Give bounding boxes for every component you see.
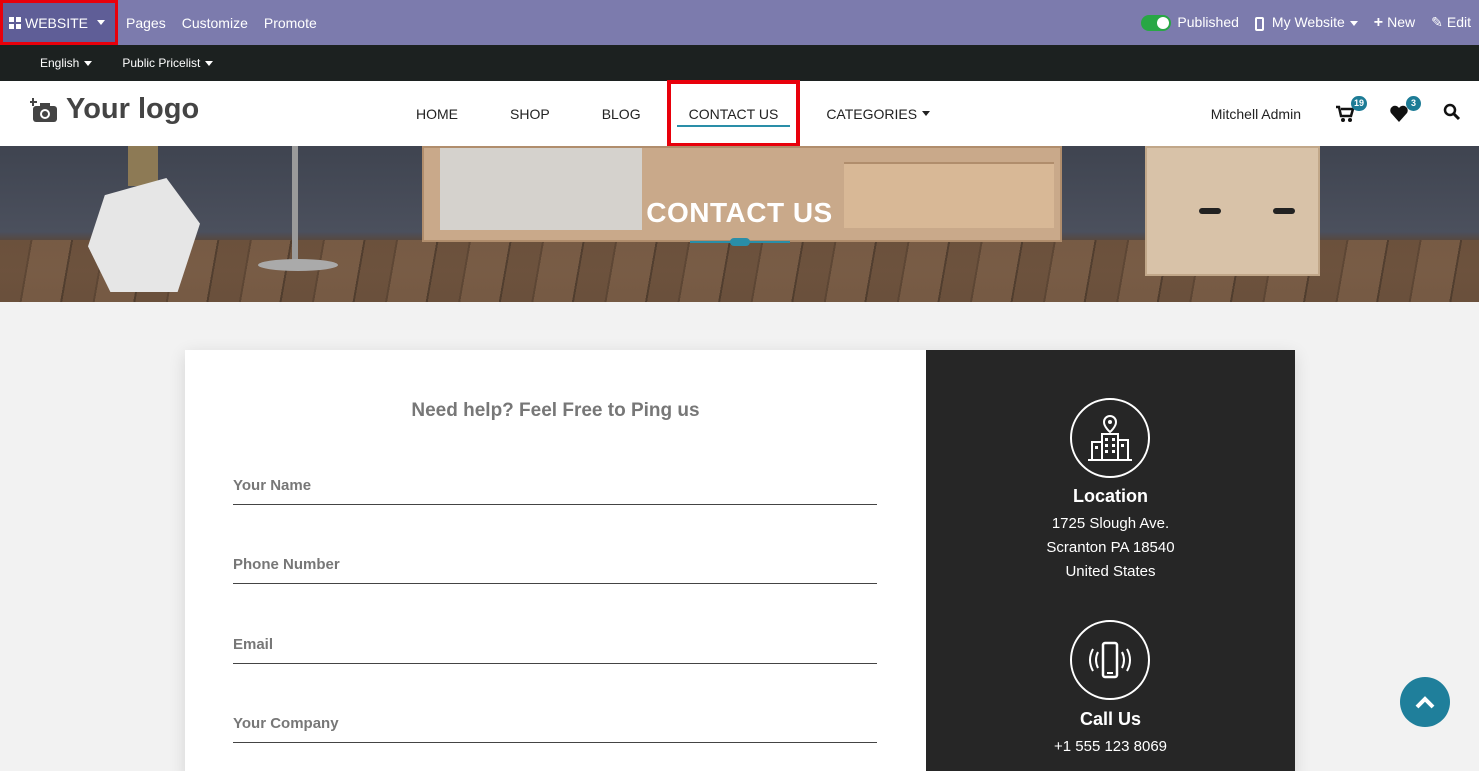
call-circle bbox=[1070, 620, 1150, 700]
toggle-switch-icon bbox=[1141, 15, 1172, 32]
location-circle bbox=[1070, 398, 1150, 478]
main-nav: HOME SHOP BLOG CONTACT US CATEGORIES bbox=[390, 80, 956, 147]
nav-categories-label: CATEGORIES bbox=[826, 105, 918, 122]
your-company-field[interactable]: Your Company bbox=[233, 715, 877, 743]
address-line-3: United States bbox=[1065, 563, 1156, 580]
hero-divider-dot bbox=[730, 238, 750, 246]
cart-button[interactable]: 19 bbox=[1335, 95, 1367, 124]
caret-down-icon bbox=[97, 20, 106, 25]
apps-grid-icon bbox=[9, 16, 21, 29]
address-line-2: Scranton PA 18540 bbox=[1046, 539, 1175, 556]
nav-home[interactable]: HOME bbox=[390, 81, 484, 146]
your-company-label: Your Company bbox=[233, 715, 339, 732]
menu-promote[interactable]: Promote bbox=[264, 15, 317, 31]
caret-down-icon bbox=[922, 111, 931, 116]
edit-label: Edit bbox=[1446, 14, 1471, 30]
building-location-icon bbox=[1088, 414, 1132, 461]
plus-icon: + bbox=[1373, 13, 1384, 31]
edit-button[interactable]: ✎ Edit bbox=[1431, 14, 1471, 31]
call-title: Call Us bbox=[1079, 709, 1142, 729]
your-name-label: Your Name bbox=[233, 477, 312, 494]
phone-number-field[interactable]: Phone Number bbox=[233, 556, 877, 584]
nav-home-label: HOME bbox=[416, 105, 458, 122]
cart-count-badge: 19 bbox=[1350, 95, 1367, 111]
caret-down-icon bbox=[1349, 21, 1358, 27]
search-button[interactable] bbox=[1443, 103, 1461, 124]
hero-plant-stem-image bbox=[128, 146, 158, 186]
website-app-menu-button[interactable]: WEBSITE bbox=[0, 0, 119, 45]
admin-menu: Pages Customize Promote bbox=[126, 15, 317, 31]
contact-form: Need help? Feel Free to Ping us Your Nam… bbox=[185, 350, 926, 771]
wishlist-count-badge: 3 bbox=[1406, 95, 1421, 111]
address-line-1: 1725 Slough Ave. bbox=[1051, 515, 1170, 532]
caret-down-icon bbox=[84, 61, 93, 67]
hero-vase-image bbox=[88, 178, 200, 292]
hero-banner: CONTACT US bbox=[0, 146, 1479, 302]
site-header: Your logo HOME SHOP BLOG CONTACT US CATE… bbox=[0, 80, 1479, 147]
admin-bar-right: Published My Website + New ✎ Edit bbox=[1141, 14, 1479, 32]
new-button[interactable]: + New bbox=[1374, 14, 1415, 32]
email-field[interactable]: Email bbox=[233, 636, 877, 664]
published-toggle[interactable]: Published bbox=[1141, 13, 1239, 32]
admin-bar: WEBSITE Pages Customize Promote Publishe… bbox=[0, 0, 1479, 45]
hero-title: CONTACT US bbox=[646, 197, 833, 228]
your-name-field[interactable]: Your Name bbox=[233, 477, 877, 505]
user-menu[interactable]: Mitchell Admin bbox=[1211, 106, 1301, 122]
pricelist-label: Public Pricelist bbox=[122, 56, 201, 70]
mobile-preview-icon[interactable] bbox=[1254, 16, 1264, 31]
logo-text: Your logo bbox=[66, 93, 200, 125]
header-right: Mitchell Admin 19 3 bbox=[1211, 81, 1461, 146]
email-label: Email bbox=[233, 636, 274, 653]
camera-plus-icon bbox=[30, 97, 57, 122]
nav-shop[interactable]: SHOP bbox=[484, 81, 576, 146]
pencil-icon: ✎ bbox=[1431, 14, 1443, 30]
hero-lamp-base-image bbox=[258, 259, 338, 271]
wishlist-button[interactable]: 3 bbox=[1389, 95, 1421, 124]
site-logo[interactable]: Your logo bbox=[30, 93, 199, 126]
language-dropdown[interactable]: English bbox=[40, 56, 93, 70]
website-switcher[interactable]: My Website bbox=[1254, 14, 1358, 31]
contact-card: Need help? Feel Free to Ping us Your Nam… bbox=[185, 350, 1295, 771]
language-pricelist-bar: English Public Pricelist bbox=[0, 45, 1479, 81]
nav-categories[interactable]: CATEGORIES bbox=[800, 81, 956, 146]
nav-blog-label: BLOG bbox=[601, 105, 641, 122]
menu-customize[interactable]: Customize bbox=[182, 15, 248, 31]
menu-pages[interactable]: Pages bbox=[126, 15, 166, 31]
location-title: Location bbox=[1073, 486, 1148, 506]
phone-vibrate-icon bbox=[1089, 641, 1131, 679]
phone-number: +1 555 123 8069 bbox=[1053, 738, 1168, 755]
nav-blog[interactable]: BLOG bbox=[576, 81, 667, 146]
search-icon bbox=[1443, 103, 1461, 121]
pricelist-dropdown[interactable]: Public Pricelist bbox=[122, 56, 214, 70]
nav-contact-us-label: CONTACT US bbox=[688, 105, 779, 122]
phone-number-label: Phone Number bbox=[233, 556, 340, 573]
scroll-to-top-button[interactable] bbox=[1400, 677, 1450, 727]
new-label: New bbox=[1387, 13, 1416, 30]
website-app-label: WEBSITE bbox=[25, 14, 89, 31]
active-nav-underline bbox=[676, 125, 791, 127]
nav-shop-label: SHOP bbox=[510, 105, 550, 122]
contact-info-panel: Location 1725 Slough Ave. Scranton PA 18… bbox=[926, 350, 1295, 771]
language-label: English bbox=[40, 56, 80, 70]
published-label: Published bbox=[1177, 13, 1239, 30]
form-heading: Need help? Feel Free to Ping us bbox=[411, 400, 700, 421]
site-label: My Website bbox=[1271, 14, 1345, 31]
chevron-up-icon bbox=[1415, 696, 1435, 709]
caret-down-icon bbox=[205, 61, 214, 67]
nav-contact-us[interactable]: CONTACT US bbox=[666, 80, 801, 147]
